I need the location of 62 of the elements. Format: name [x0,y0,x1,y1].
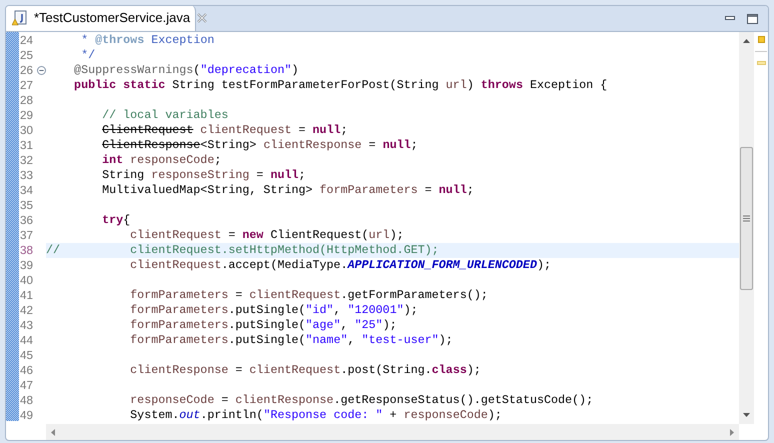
minimize-icon[interactable] [725,16,735,21]
line-number: 27 [20,78,34,93]
line-number: 44 [20,333,34,348]
line-number: 38 [20,243,34,258]
line-number: 42 [20,303,34,318]
code-line: System.out.println("Response code: " + responseCode); [129,408,503,423]
code-line: ClientRequest clientRequest = null; [101,123,349,138]
horizontal-scrollbar[interactable] [46,424,739,440]
line-number: 31 [20,138,34,153]
code-line: formParameters.putSingle("name", "test-user"); [129,333,454,348]
code-line: formParameters = clientRequest.getFormParameters(); [129,288,489,303]
line-number: 32 [20,153,34,168]
code-line: @SuppressWarnings("deprecation") [73,63,300,78]
line-number: 43 [20,318,34,333]
close-icon[interactable] [196,12,208,24]
code-line: * @throws Exception [80,33,216,48]
line-number: 39 [20,258,34,273]
scroll-right-icon[interactable] [730,428,734,436]
line-number: 34 [20,183,34,198]
scroll-thumb[interactable] [740,147,753,290]
code-line: try{ [101,213,132,228]
vertical-scrollbar[interactable] [739,32,754,424]
scroll-down-icon[interactable] [743,413,750,417]
java-file-icon [12,10,28,26]
code-line: ClientResponse<String> clientResponse = null; [101,138,419,153]
code-line: // local variables [101,108,230,123]
code-line: String responseString = null; [101,168,307,183]
code-line: clientResponse = clientRequest.post(String.class); [129,363,482,378]
line-number: 25 [20,48,34,63]
grip-icon [743,215,750,222]
line-number: 46 [20,363,34,378]
line-number: 28 [20,93,34,108]
code-line: responseCode = clientResponse.getResponseStatus().getStatusCode(); [129,393,594,408]
line-number: 29 [20,108,34,123]
line-number: 41 [20,288,34,303]
line-number: 37 [20,228,34,243]
scroll-up-icon[interactable] [743,39,750,43]
line-number: 40 [20,273,34,288]
line-number: 35 [20,198,34,213]
tab-title: *TestCustomerService.java [34,9,190,28]
code-line: */ [80,48,96,63]
line-number: 26 [20,63,34,78]
line-number: 47 [20,378,34,393]
line-number: 49 [20,408,34,423]
code-line: clientRequest.accept(MediaType.APPLICATION_FORM_URLENCODED); [129,258,552,273]
maximize-icon[interactable] [747,14,758,24]
line-number: 48 [20,393,34,408]
line-number: 36 [20,213,34,228]
code-line: formParameters.putSingle("id", "120001"); [129,303,419,318]
code-line: formParameters.putSingle("age", "25"); [129,318,398,333]
scroll-left-icon[interactable] [51,428,55,436]
overview-marker[interactable] [756,61,766,65]
line-number: 45 [20,348,34,363]
line-number: 30 [20,123,34,138]
code-line: clientRequest = new ClientRequest(url); [129,228,405,243]
code-line: int responseCode; [101,153,222,168]
line-number: 24 [20,33,34,48]
code-line: MultivaluedMap<String, String> formParameters = null; [101,183,475,198]
collapse-icon[interactable] [37,66,46,75]
warning-marker[interactable] [758,36,764,43]
code-line: public static String testFormParameterForPost(String url) throws Exception { [73,78,608,93]
line-number: 33 [20,168,34,183]
